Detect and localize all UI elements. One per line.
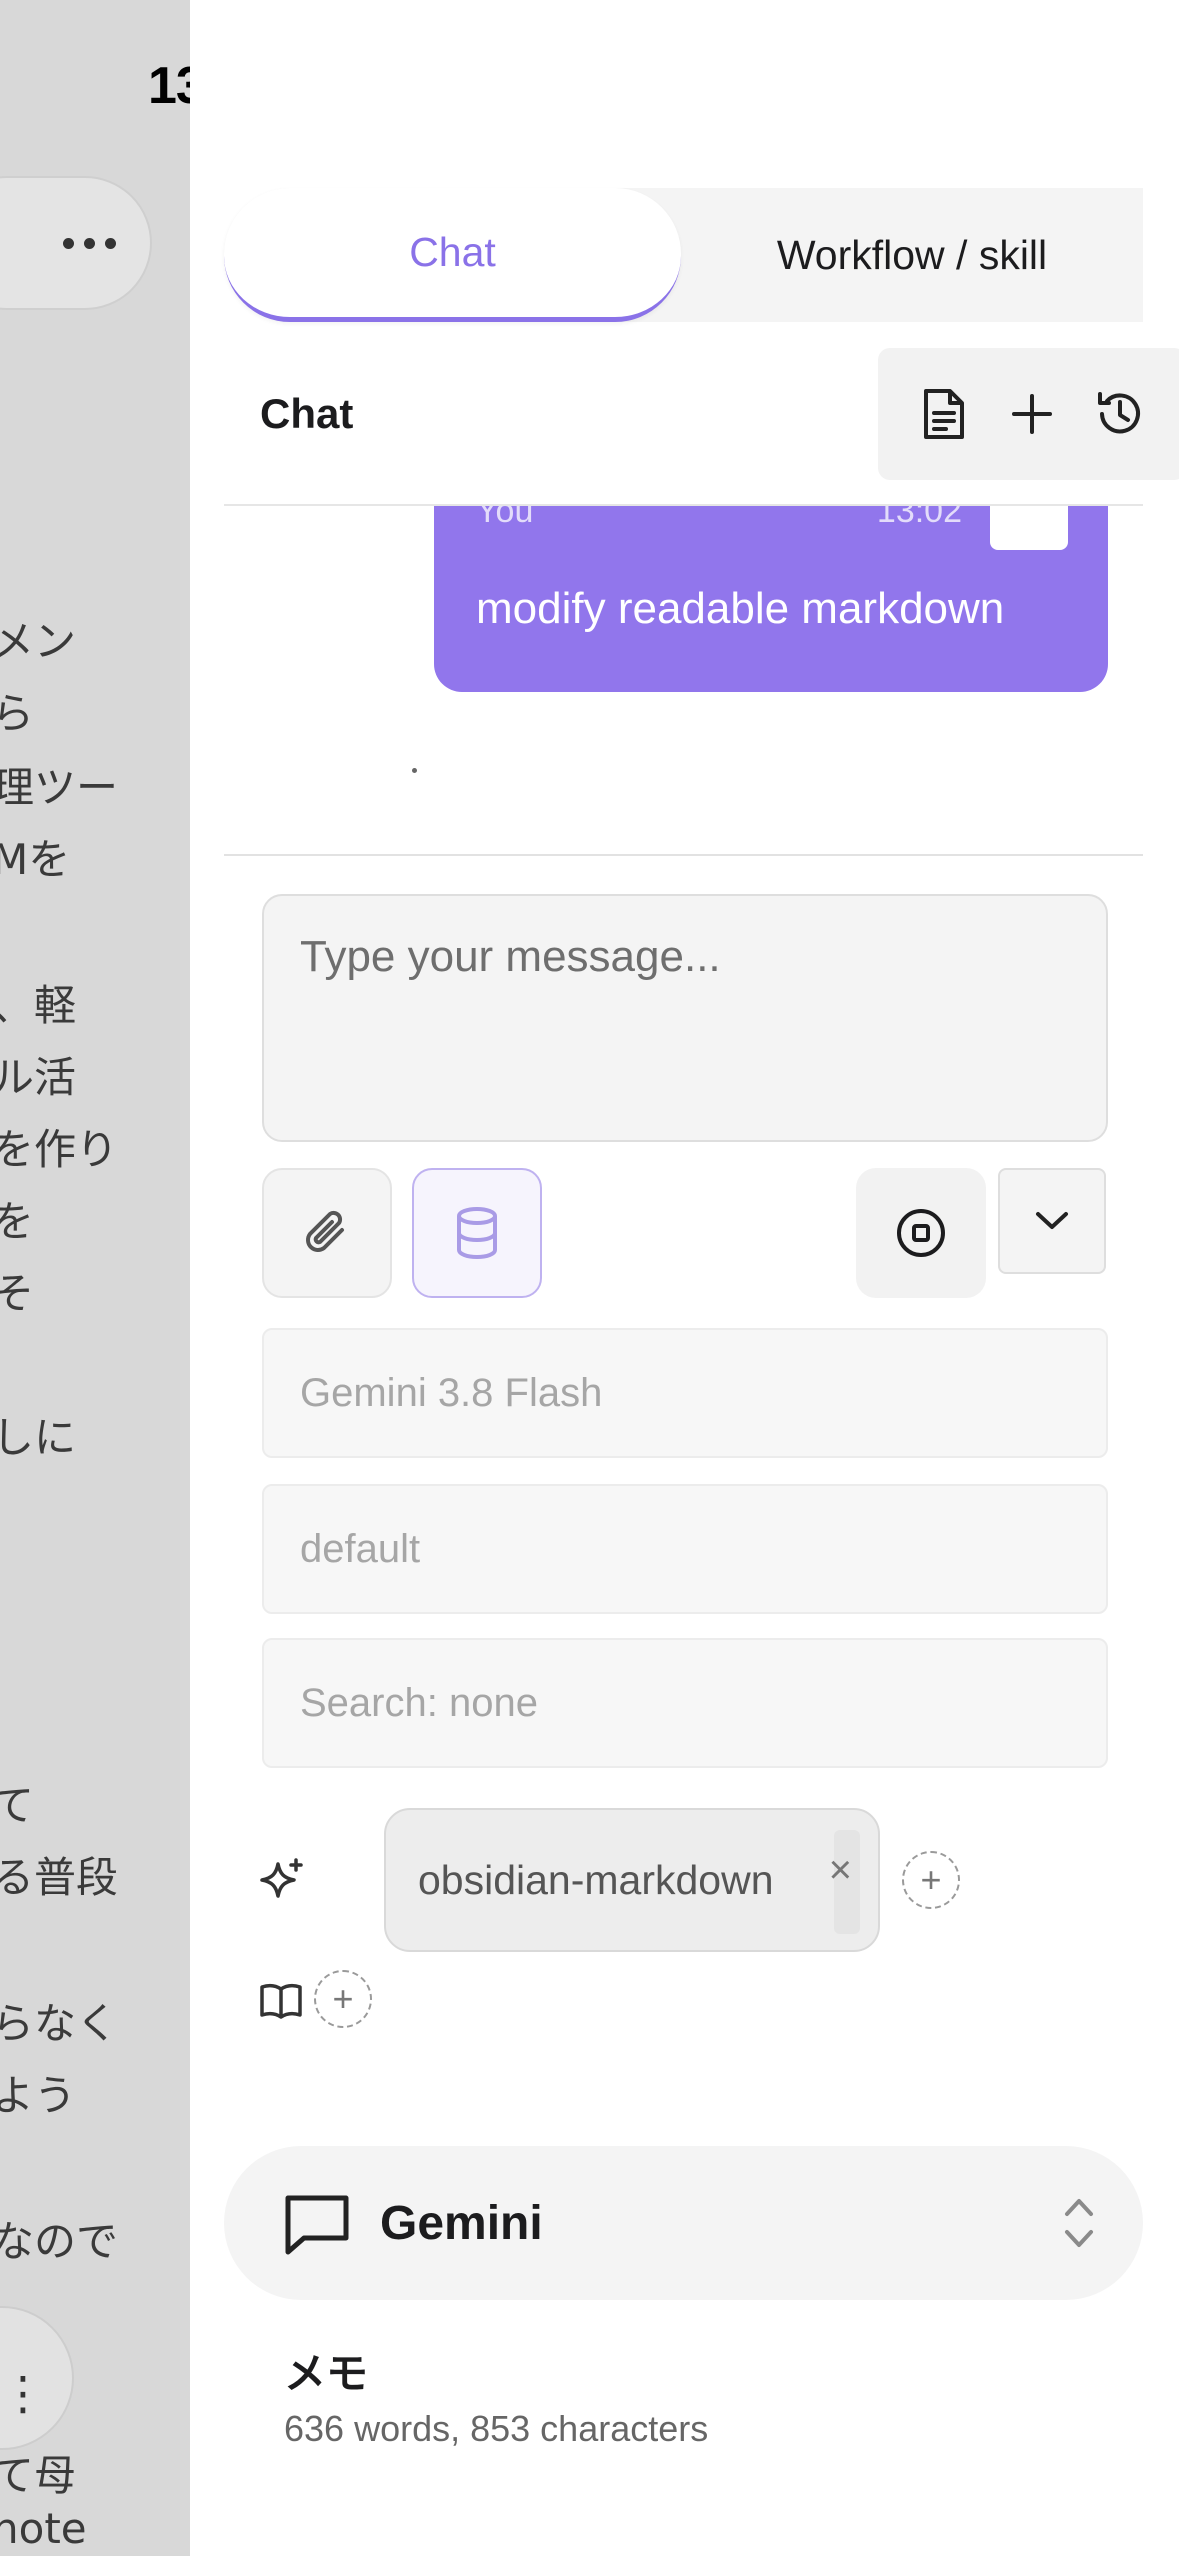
plus-icon (1012, 394, 1052, 434)
tab-workflow-skill[interactable]: Workflow / skill (681, 188, 1143, 322)
note-line: よう (0, 2071, 77, 2120)
floating-menu-button[interactable]: ⋮ (0, 2306, 74, 2450)
note-word-count: 636 words, 853 characters (284, 2408, 709, 2449)
search-setting-value: Search: none (300, 1680, 538, 1725)
book-icon (260, 1983, 302, 2019)
plus-icon: + (920, 1859, 942, 1900)
message-text: modify readable markdown (476, 584, 1005, 633)
note-line: らなく (0, 1999, 119, 2048)
note-line: て (0, 1781, 35, 1830)
search-setting-select[interactable]: Search: none (262, 1638, 1108, 1768)
model-select[interactable]: Gemini 3.8 Flash (262, 1328, 1108, 1458)
rag-database-button[interactable] (412, 1168, 542, 1298)
note-line: て母 (0, 2451, 77, 2500)
menu-icon: ⋮ (0, 2367, 46, 2419)
note-line: を (0, 1197, 35, 1246)
tab-bar: Chat Workflow / skill (224, 188, 1143, 322)
note-line: ル活 (0, 1053, 77, 1102)
skill-chip[interactable]: obsidian-markdown × (384, 1808, 880, 1952)
stop-generation-button[interactable] (856, 1168, 986, 1298)
message-sender: You (476, 506, 534, 530)
more-options-button[interactable] (0, 176, 152, 310)
note-line: る普段 (0, 1853, 119, 1902)
tab-chat[interactable]: Chat (224, 188, 681, 322)
chat-header: Chat (224, 324, 1179, 506)
chat-title: Chat (260, 390, 354, 437)
note-line: しに (0, 1413, 77, 1462)
attach-file-button[interactable] (262, 1168, 392, 1298)
stop-icon (897, 1209, 945, 1257)
message-time: 13:02 (876, 506, 962, 530)
note-line: note (0, 2504, 87, 2553)
model-select-value: Gemini 3.8 Flash (300, 1370, 603, 1415)
note-title: メモ (284, 2349, 369, 2398)
background-note: メン ら 理ツー Mを 、軽 ル活 を作り を そ しに て る普段 らなく よ… (0, 0, 190, 2556)
gemini-view-selector[interactable]: Gemini (224, 2146, 1143, 2300)
sparkle-icon (260, 1858, 303, 1898)
copy-message-button[interactable] (990, 506, 1068, 550)
note-line: なので (0, 2217, 119, 2266)
system-prompt-select[interactable]: default (262, 1484, 1108, 1614)
chevron-up-down-icon (1065, 2199, 1093, 2247)
skill-chip-label: obsidian-markdown (418, 1856, 774, 1903)
view-title: Gemini (380, 2197, 543, 2250)
chevron-down-icon (1036, 1212, 1068, 1229)
chat-sidebar: Chat Workflow / skill Chat You 13:02 mod (190, 0, 1179, 2556)
message-input[interactable] (262, 894, 1108, 1142)
database-icon (457, 1207, 497, 1259)
more-icon (63, 237, 116, 249)
typing-indicator (412, 768, 417, 773)
chat-history-button[interactable] (1054, 348, 1179, 480)
remove-skill-button[interactable]: × (829, 1848, 852, 1893)
history-icon (1098, 392, 1140, 434)
user-message-bubble: You 13:02 modify readable markdown (434, 506, 1108, 692)
note-line: ら (0, 689, 35, 738)
note-line: そ (0, 1269, 35, 1318)
document-icon (924, 389, 964, 439)
message-list: You 13:02 modify readable markdown (224, 506, 1143, 856)
chat-bubble-icon (285, 2195, 349, 2255)
add-context-button[interactable]: + (314, 1970, 372, 2028)
note-line: 、軽 (0, 981, 77, 1030)
note-line: を作り (0, 1125, 119, 1174)
note-line: Mを (0, 835, 71, 884)
more-options-dropdown-button[interactable] (998, 1168, 1106, 1274)
paperclip-icon (306, 1210, 344, 1252)
add-skill-button[interactable]: + (902, 1851, 960, 1909)
plus-icon: + (332, 1978, 354, 2019)
system-prompt-value: default (300, 1526, 421, 1571)
note-line: 理ツー (0, 763, 119, 812)
note-line: メン (0, 617, 77, 666)
